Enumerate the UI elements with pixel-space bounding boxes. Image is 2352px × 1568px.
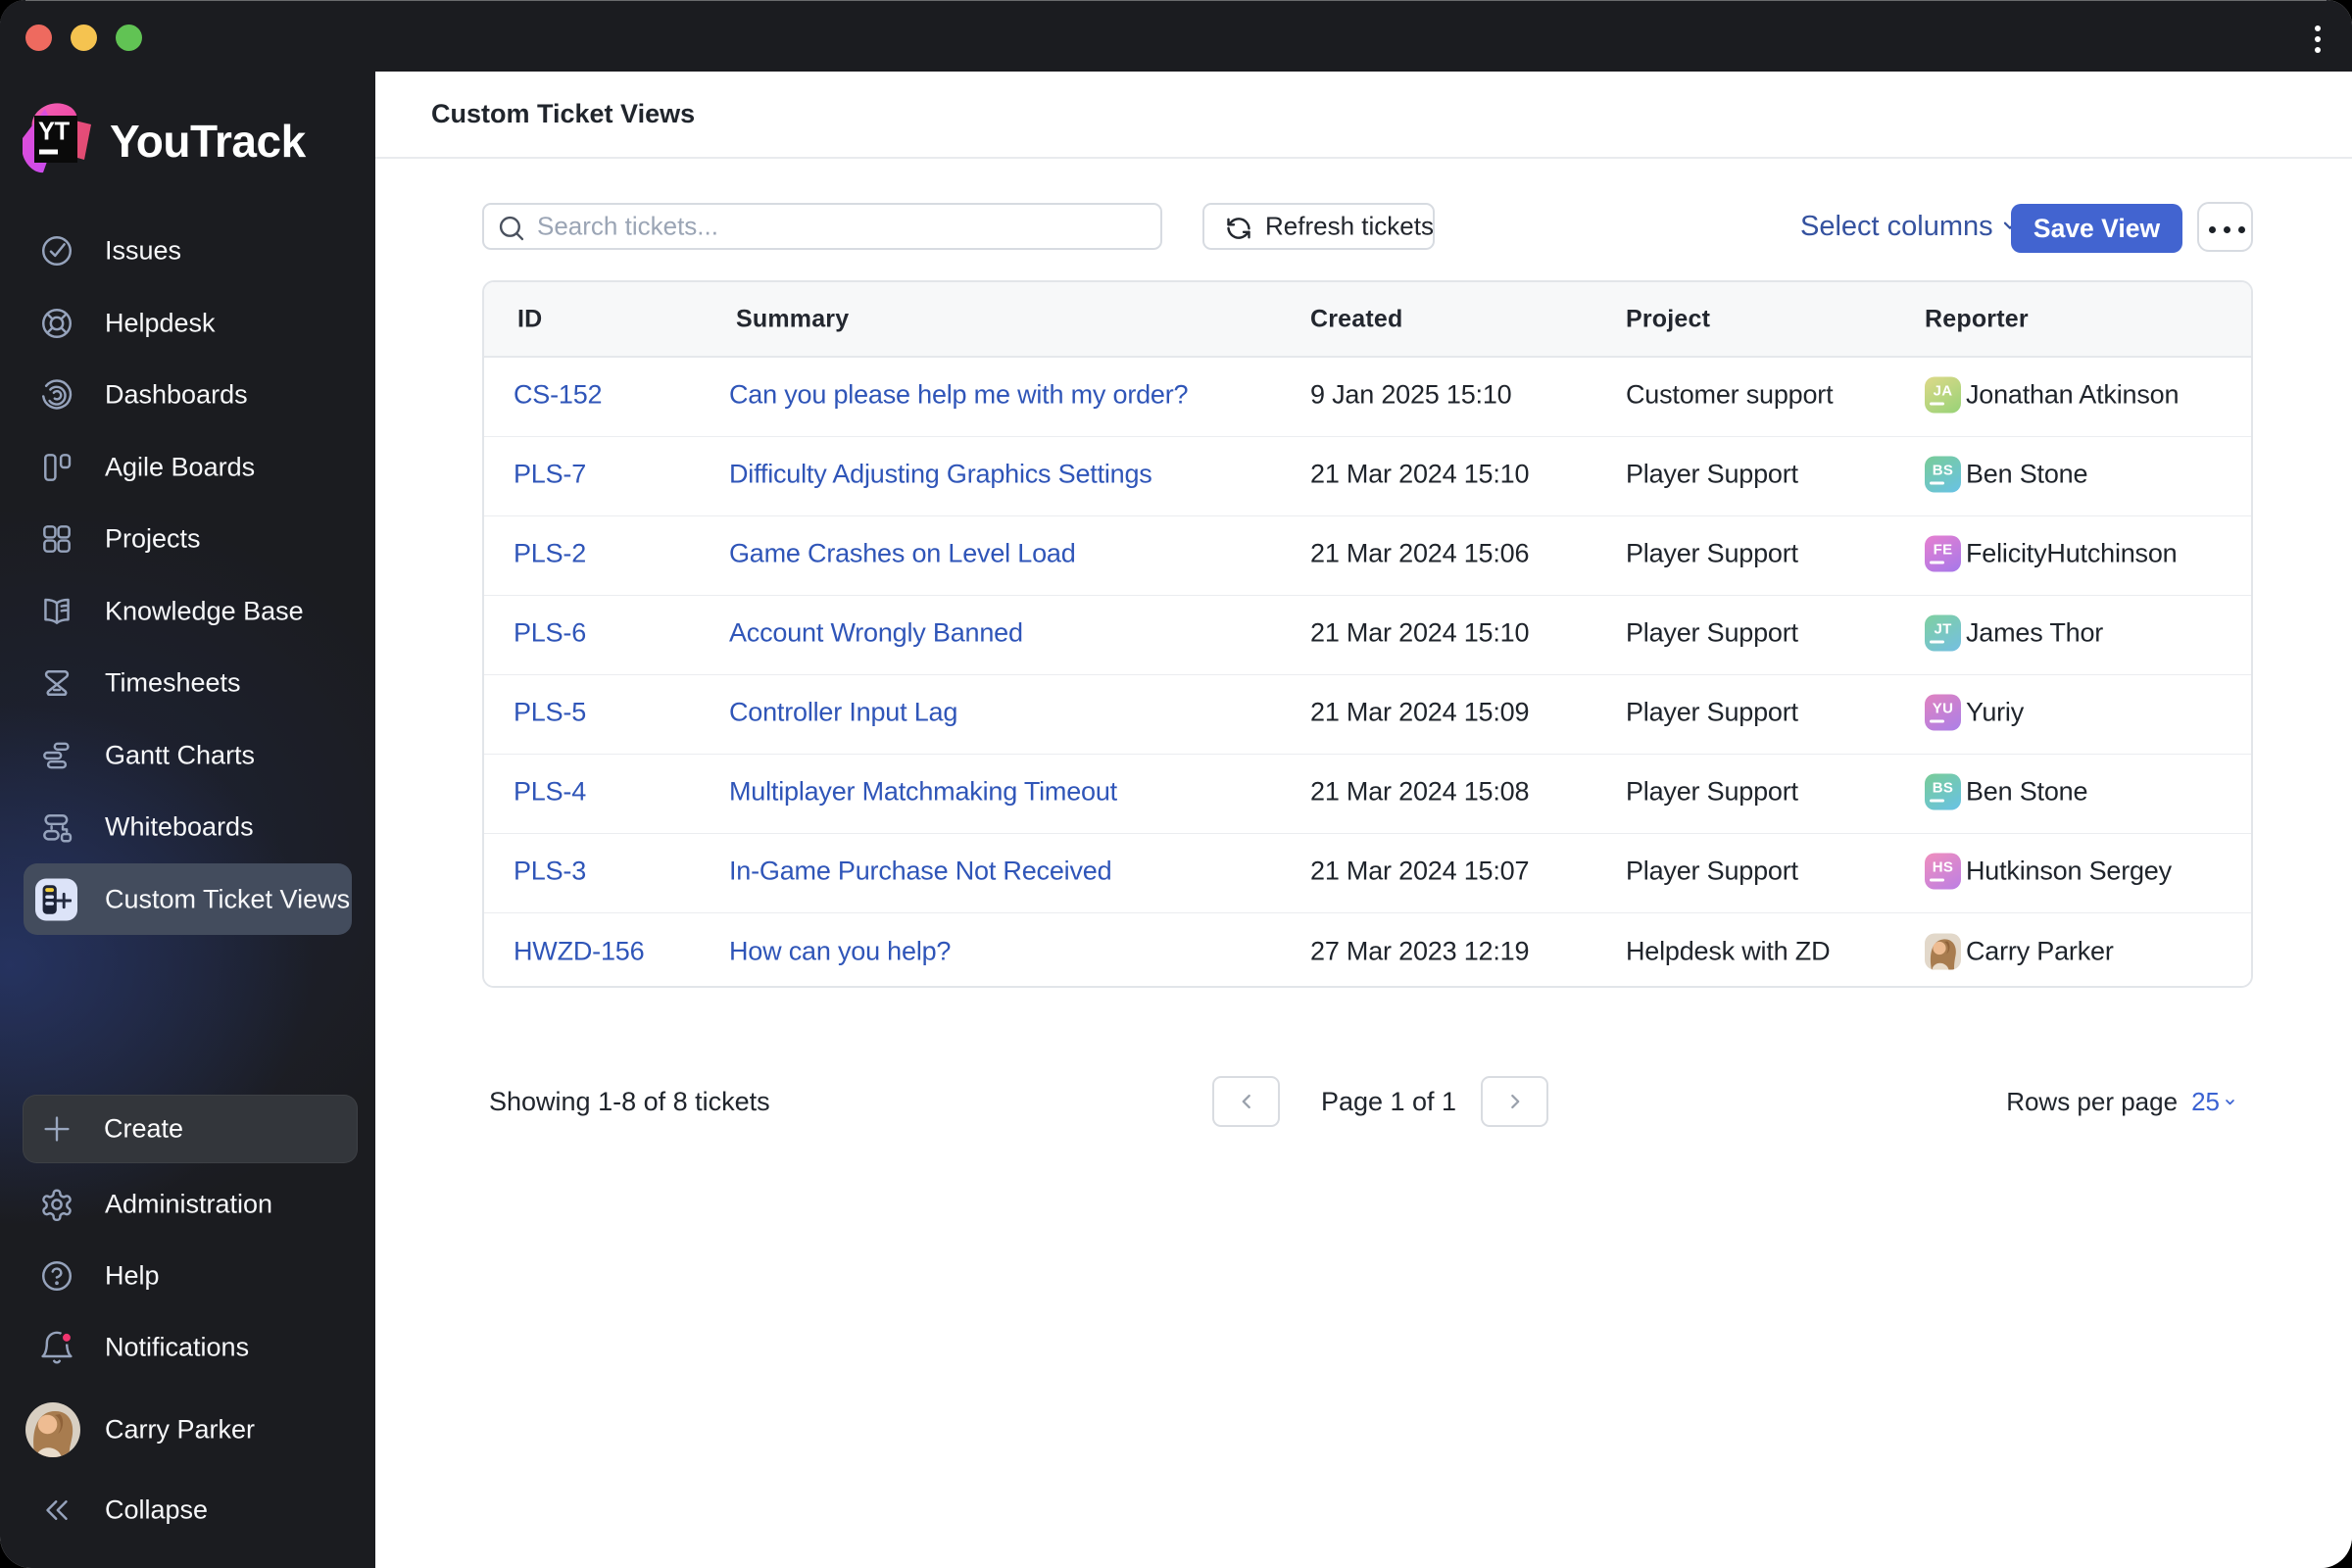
- svg-text:YT: YT: [38, 119, 71, 146]
